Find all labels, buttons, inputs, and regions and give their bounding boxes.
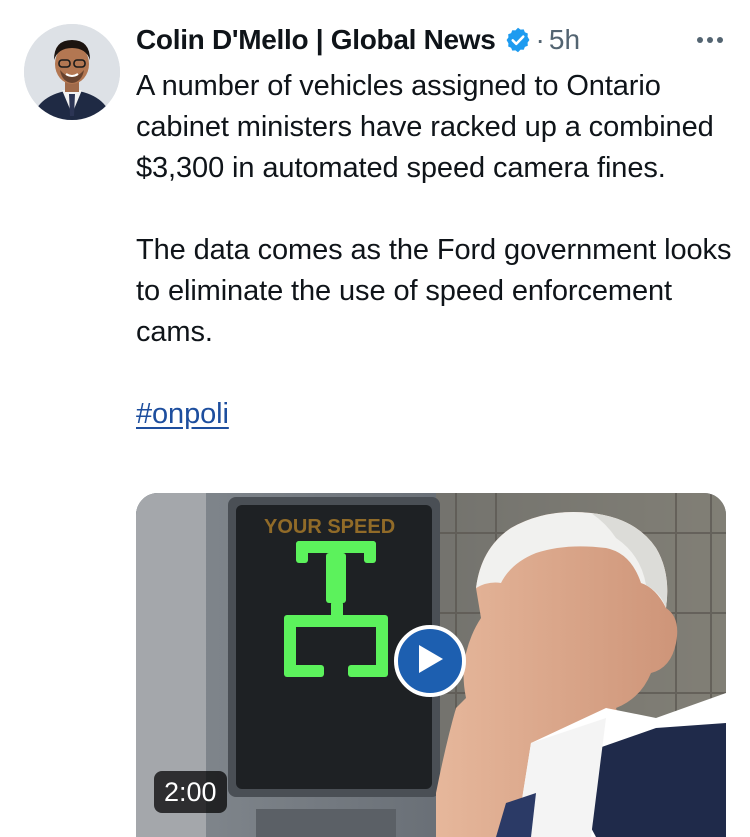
author-name[interactable]: Colin D'Mello | Global News (136, 24, 496, 56)
video-media[interactable]: YOUR SPEED 2:00 (136, 493, 726, 837)
video-duration: 2:00 (154, 771, 227, 813)
more-options-icon[interactable] (690, 22, 730, 58)
play-button[interactable] (394, 625, 466, 697)
tweet-header: Colin D'Mello | Global News · 5h (136, 22, 730, 58)
verified-badge-icon[interactable] (504, 26, 532, 54)
hashtag-link[interactable]: #onpoli (136, 394, 229, 435)
avatar[interactable] (24, 24, 120, 120)
timestamp[interactable]: 5h (549, 24, 580, 56)
separator-dot: · (535, 24, 545, 55)
avatar-image (24, 24, 120, 120)
speed-sign-label: YOUR SPEED (264, 516, 395, 538)
tweet-paragraph-1: A number of vehicles assigned to Ontario… (136, 70, 714, 184)
tweet-text: A number of vehicles assigned to Ontario… (136, 66, 736, 435)
tweet-paragraph-2: The data comes as the Ford government lo… (136, 234, 732, 348)
play-icon (415, 643, 445, 680)
